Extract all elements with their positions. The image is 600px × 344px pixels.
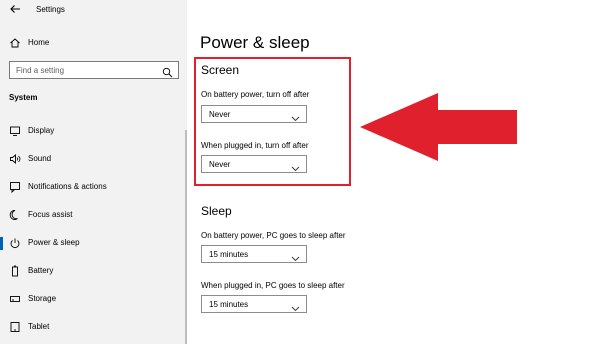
sidebar-section-label: System (9, 93, 38, 102)
sleep-battery-dropdown[interactable]: 15 minutes (201, 245, 307, 263)
dropdown-value: Never (209, 110, 231, 119)
chevron-down-icon (291, 110, 300, 122)
screen-plugged-dropdown[interactable]: Never (201, 155, 307, 173)
sleep-plugged-dropdown[interactable]: 15 minutes (201, 295, 307, 313)
sleep-plugged-label: When plugged in, PC goes to sleep after (201, 281, 345, 290)
search-placeholder: Find a setting (16, 66, 65, 75)
sidebar-item-home[interactable]: Home (0, 32, 185, 54)
page-title: Power & sleep (200, 33, 310, 52)
screen-battery-label: On battery power, turn off after (201, 90, 310, 99)
sidebar-item-notifications[interactable]: Notifications & actions (0, 176, 185, 198)
screen-section-title: Screen (201, 63, 240, 77)
sidebar-item-sound[interactable]: Sound (0, 148, 185, 170)
notifications-icon (9, 180, 21, 194)
sidebar-item-label: Notifications & actions (28, 182, 107, 191)
annotation-arrow-icon (360, 93, 520, 161)
active-indicator (0, 237, 3, 250)
sidebar-item-label: Battery (28, 266, 54, 275)
sidebar-item-focus-assist[interactable]: Focus assist (0, 204, 185, 226)
sidebar-item-label: Tablet (28, 322, 50, 331)
storage-icon (9, 292, 21, 304)
sidebar-item-label: Display (28, 126, 55, 135)
sidebar-item-power-sleep[interactable]: Power & sleep (0, 232, 185, 254)
home-icon (9, 36, 21, 48)
search-input[interactable]: Find a setting (9, 61, 179, 79)
sidebar-item-label: Focus assist (28, 210, 73, 219)
display-icon (9, 124, 21, 136)
sidebar-item-storage[interactable]: Storage (0, 288, 185, 310)
chevron-down-icon (291, 160, 300, 172)
power-icon (9, 236, 21, 249)
sidebar: Settings Home Find a setting System Disp… (0, 0, 187, 344)
search-icon[interactable] (162, 65, 173, 78)
screen-plugged-label: When plugged in, turn off after (201, 141, 309, 150)
app-title: Settings (36, 5, 65, 14)
sleep-section-title: Sleep (201, 204, 232, 218)
back-arrow-icon[interactable] (9, 3, 23, 17)
tablet-icon (9, 320, 21, 332)
sidebar-item-label: Home (28, 38, 50, 47)
sidebar-item-label: Power & sleep (28, 238, 80, 247)
chevron-down-icon (291, 250, 300, 262)
sleep-battery-label: On battery power, PC goes to sleep after (201, 231, 346, 240)
sidebar-item-label: Sound (28, 154, 52, 163)
sidebar-item-battery[interactable]: Battery (0, 260, 185, 282)
dropdown-value: 15 minutes (209, 250, 249, 259)
sidebar-item-display[interactable]: Display (0, 120, 185, 142)
screen-battery-dropdown[interactable]: Never (201, 105, 307, 123)
sidebar-item-tablet[interactable]: Tablet (0, 316, 185, 338)
sound-icon (9, 152, 21, 164)
focus-assist-icon (9, 208, 21, 220)
title-bar: Settings (0, 0, 187, 22)
battery-icon (9, 264, 21, 277)
dropdown-value: 15 minutes (209, 300, 249, 309)
sidebar-scrollbar[interactable] (185, 130, 187, 344)
dropdown-value: Never (209, 160, 231, 169)
sidebar-item-label: Storage (28, 294, 57, 303)
chevron-down-icon (291, 300, 300, 312)
